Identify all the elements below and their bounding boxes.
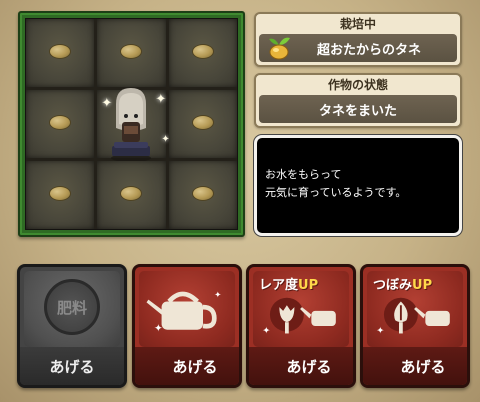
svg-text:✦: ✦ (376, 325, 384, 336)
golden-seed-icon (269, 37, 290, 60)
garden-plot-5-planted[interactable]: ✦ ✦ ✦ (97, 88, 170, 162)
seed-icon (49, 115, 72, 130)
fertilizer-icon-label: 肥料 (56, 298, 87, 317)
give-water-rarity-up-button[interactable]: レア度UP ✦ 50 あげる (246, 264, 356, 388)
svg-text:✦: ✦ (214, 290, 221, 300)
cultivation-header: 栽培中 (339, 17, 376, 31)
give-water-bud-up-button[interactable]: つぼみUP ✦ 50 あげる (360, 264, 470, 388)
seed-icon (191, 44, 214, 59)
fertilizer-button-label: あげる (49, 357, 95, 376)
rarity-up-button-label: あげる (286, 357, 332, 376)
seed-icon (49, 186, 72, 201)
seed-icon (120, 44, 143, 59)
garden-plot-7[interactable] (26, 161, 95, 229)
water-button-label: あげる (172, 357, 218, 376)
crop-status-field: タネをまいた (259, 95, 457, 123)
seed-icon (49, 44, 72, 59)
message-box: お水をもらって 元気に育っているようです。 (254, 135, 462, 236)
bud-watering-can-icon: ✦ (376, 297, 450, 336)
fertilizer-icon: 肥料 (44, 279, 100, 335)
garden-plot-2[interactable] (97, 19, 166, 87)
sparkle-icon: ✦ (155, 92, 167, 107)
garden-plot-1[interactable] (26, 19, 95, 87)
svg-text:✦: ✦ (154, 323, 163, 335)
seed-icon (191, 115, 214, 130)
garden-plot-6[interactable] (168, 90, 237, 158)
sparkle-icon: ✦ (101, 96, 113, 111)
crop-status-panel: 作物の状態 タネをまいた (254, 73, 462, 128)
watering-can-icon: ✦ ✦ (146, 290, 221, 335)
crop-status-header: 作物の状態 (327, 78, 388, 92)
cultivation-seed-field: 超おたからのタネ (259, 34, 457, 62)
seed-icon (191, 186, 214, 201)
message-line-2: 元気に育っているようです。 (265, 186, 407, 199)
crop-status-value: タネをまいた (318, 103, 397, 119)
garden-plot-3[interactable] (168, 19, 237, 87)
give-water-button[interactable]: ✦ ✦ 20 あげる (132, 264, 242, 388)
cultivation-panel: 栽培中 超おたからのタネ (254, 12, 462, 67)
seed-name: 超おたからのタネ (316, 42, 421, 58)
svg-text:✦: ✦ (262, 325, 270, 336)
bud-up-button-label: あげる (400, 357, 446, 376)
garden-grid: ✦ ✦ ✦ (18, 11, 245, 237)
tulip-watering-can-icon: ✦ (262, 297, 336, 336)
message-line-1: お水をもらって (265, 168, 342, 181)
give-fertilizer-button[interactable]: 肥料 あげる (17, 264, 127, 388)
garden-plot-9[interactable] (168, 161, 237, 229)
garden-plot-4[interactable] (26, 90, 95, 158)
seed-icon (120, 186, 143, 201)
garden-plot-8[interactable] (97, 161, 166, 229)
